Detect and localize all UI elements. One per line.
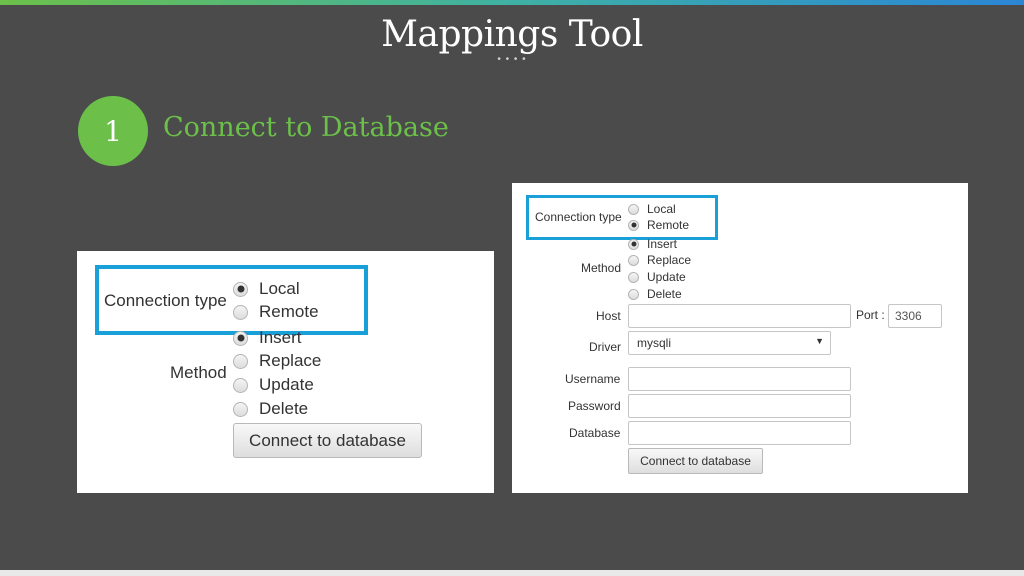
port-input[interactable] (888, 304, 942, 328)
connection-type-highlight (526, 195, 718, 240)
host-input[interactable] (628, 304, 851, 328)
remote-connection-form: Connection type Local Remote Method Inse… (512, 183, 968, 493)
radio-update-button[interactable] (233, 377, 248, 393)
connect-to-database-button[interactable]: Connect to database (233, 423, 422, 458)
radio-delete-label: Delete (647, 287, 682, 301)
title-dots: • • • • (497, 54, 527, 65)
radio-replace-button[interactable] (233, 353, 248, 369)
password-label: Password (568, 399, 621, 413)
username-label: Username (565, 372, 621, 386)
username-input[interactable] (628, 367, 851, 391)
connect-to-database-button[interactable]: Connect to database (628, 448, 763, 474)
radio-insert-button[interactable] (233, 330, 248, 346)
slide-title: Mappings Tool (381, 14, 643, 55)
host-label: Host (596, 309, 621, 323)
method-label: Method (170, 363, 227, 382)
radio-insert[interactable]: Insert (233, 328, 302, 348)
method-label: Method (581, 261, 622, 275)
radio-update-label: Update (647, 270, 686, 284)
radio-delete-label: Delete (259, 399, 309, 418)
connection-type-highlight (95, 265, 368, 335)
radio-replace-label: Replace (259, 351, 322, 370)
radio-replace[interactable]: Replace (233, 351, 321, 371)
bottom-bar (0, 570, 1024, 576)
radio-insert-label: Insert (647, 237, 678, 251)
radio-update-button[interactable] (628, 271, 639, 283)
radio-update[interactable]: Update (233, 375, 314, 395)
step-title: Connect to Database (163, 112, 449, 143)
step-number-badge: 1 (78, 96, 148, 166)
radio-delete-button[interactable] (233, 401, 248, 417)
radio-insert[interactable]: Insert (628, 237, 677, 251)
top-gradient-bar (0, 0, 1024, 5)
radio-replace-button[interactable] (628, 254, 639, 266)
driver-select[interactable]: mysqli ▼ (628, 331, 831, 355)
password-input[interactable] (628, 394, 851, 418)
radio-update-label: Update (259, 375, 314, 394)
radio-replace-label: Replace (647, 253, 692, 267)
database-label: Database (569, 426, 621, 440)
radio-insert-button[interactable] (628, 238, 639, 250)
radio-delete[interactable]: Delete (233, 399, 308, 419)
radio-delete-button[interactable] (628, 288, 639, 300)
port-label: Port : (856, 308, 885, 322)
driver-select-value: mysqli (637, 336, 672, 350)
radio-replace[interactable]: Replace (628, 253, 691, 267)
local-connection-form: Connection type Local Remote Method Inse… (77, 251, 494, 493)
database-input[interactable] (628, 421, 851, 445)
driver-label: Driver (589, 340, 621, 354)
radio-update[interactable]: Update (628, 270, 686, 284)
radio-insert-label: Insert (259, 328, 302, 347)
chevron-down-icon: ▼ (815, 336, 824, 346)
radio-delete[interactable]: Delete (628, 287, 682, 301)
